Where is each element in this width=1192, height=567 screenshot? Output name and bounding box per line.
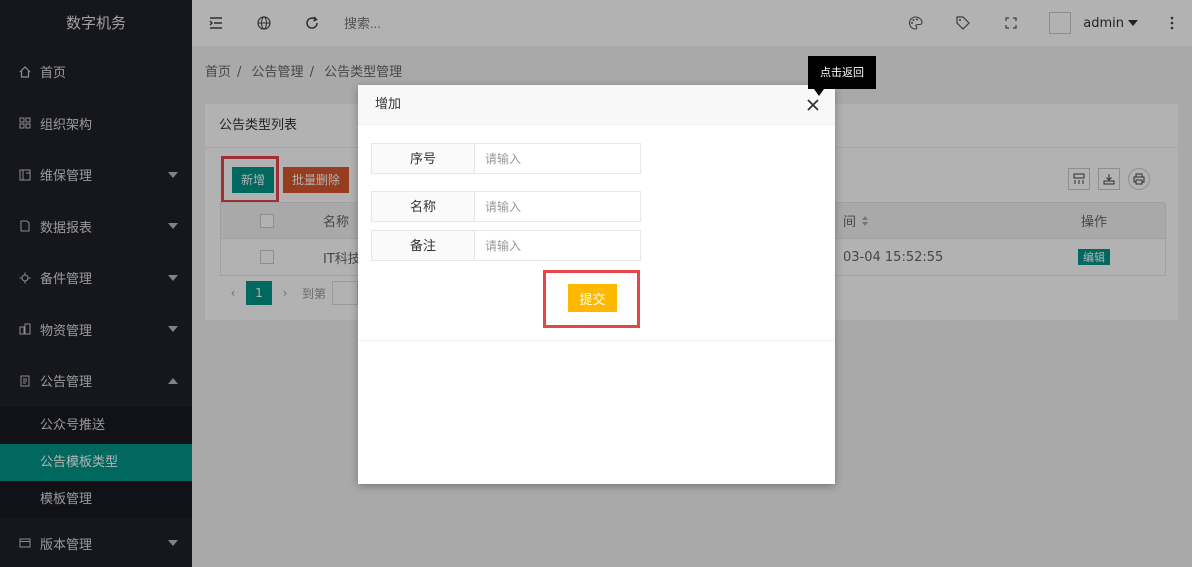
submit-button[interactable]: 提交 bbox=[568, 284, 617, 312]
remark-field[interactable] bbox=[475, 230, 641, 261]
field-label-name: 名称 bbox=[371, 191, 475, 222]
close-tooltip: 点击返回 bbox=[808, 56, 876, 89]
field-row-remark: 备注 bbox=[371, 230, 641, 261]
field-label-index: 序号 bbox=[371, 143, 475, 174]
close-icon[interactable] bbox=[805, 97, 821, 113]
field-label-remark: 备注 bbox=[371, 230, 475, 261]
dialog-title: 增加 bbox=[375, 97, 402, 112]
index-field[interactable] bbox=[475, 143, 641, 174]
dialog-header: 增加 bbox=[358, 85, 835, 125]
name-field[interactable] bbox=[475, 191, 641, 222]
tooltip-arrow bbox=[814, 89, 824, 96]
add-dialog: 增加 序号 名称 备注 提交 bbox=[358, 85, 835, 484]
field-row-index: 序号 bbox=[371, 143, 641, 174]
dialog-divider bbox=[358, 340, 835, 341]
field-row-name: 名称 bbox=[371, 191, 641, 222]
